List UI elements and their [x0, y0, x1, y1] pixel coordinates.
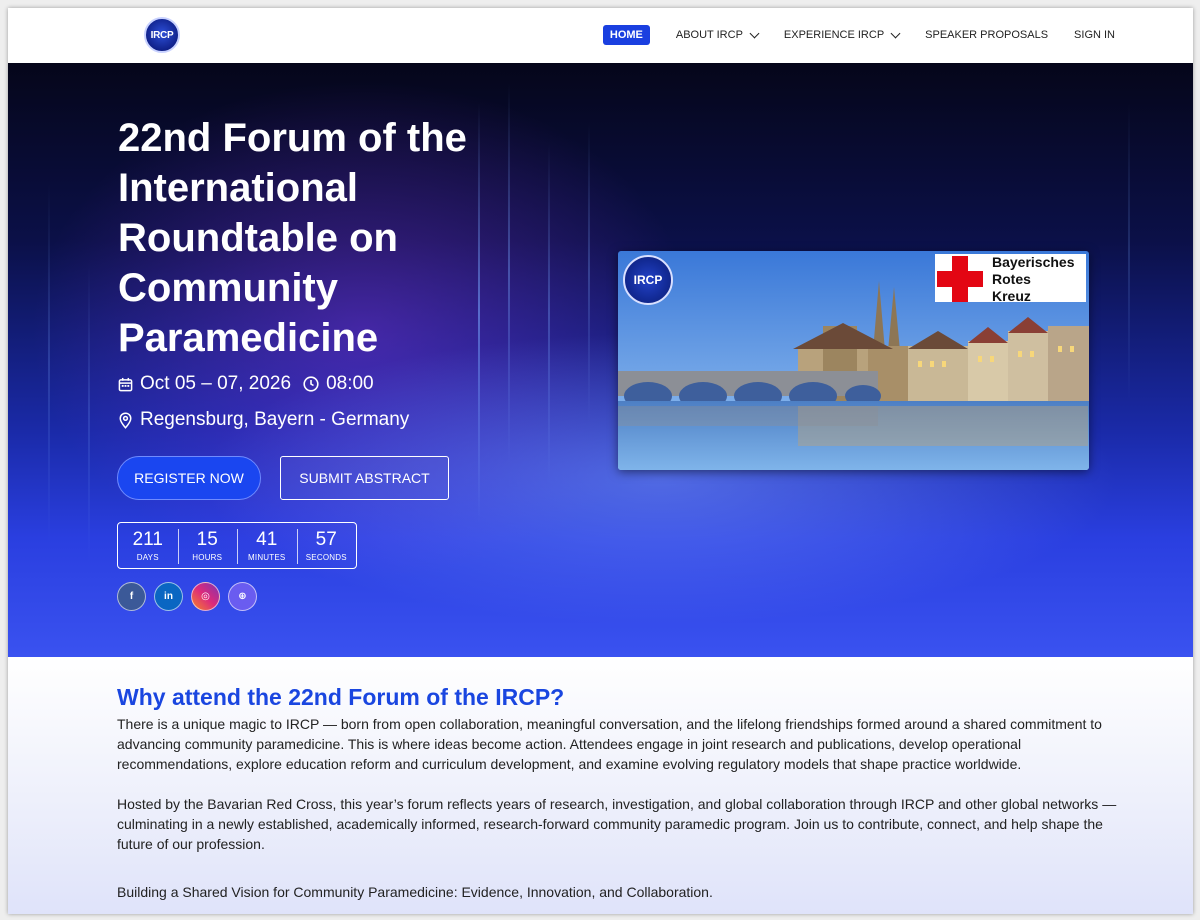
- event-time: 08:00: [326, 373, 374, 394]
- nav-signin-label: SIGN IN: [1074, 29, 1115, 41]
- event-location-text: Regensburg, Bayern - Germany: [140, 409, 410, 430]
- why-attend-section: Why attend the 22nd Forum of the IRCP? T…: [8, 657, 1193, 914]
- nav-home[interactable]: HOME: [602, 25, 650, 45]
- light-streak: [548, 143, 550, 483]
- chevron-down-icon: [749, 28, 760, 38]
- nav-experience-label: EXPERIENCE IRCP: [783, 29, 885, 41]
- light-streak: [88, 263, 90, 563]
- linkedin-icon[interactable]: in: [154, 582, 183, 611]
- clock-icon: [303, 376, 319, 392]
- countdown-seconds: 57 SECONDS: [296, 523, 357, 568]
- countdown-label: MINUTES: [248, 552, 286, 562]
- section-heading: Why attend the 22nd Forum of the IRCP?: [117, 684, 565, 710]
- register-label: REGISTER NOW: [134, 470, 244, 486]
- browser-page: IRCP HOME ABOUT IRCP EXPERIENCE IRCP SPE…: [8, 8, 1193, 914]
- light-streak: [48, 183, 50, 543]
- countdown-value: 41: [256, 528, 278, 550]
- website-glyph: ⊕: [238, 591, 247, 602]
- countdown-label: DAYS: [136, 552, 159, 562]
- event-location: Regensburg, Bayern - Germany: [118, 409, 409, 431]
- brk-line: Rotes: [992, 271, 1031, 287]
- instagram-glyph: ◎: [201, 591, 210, 602]
- facebook-icon[interactable]: f: [117, 582, 146, 611]
- nav-experience-ircp[interactable]: EXPERIENCE IRCP: [783, 28, 901, 41]
- instagram-icon[interactable]: ◎: [191, 582, 220, 611]
- countdown-days: 211 DAYS: [118, 523, 178, 568]
- event-date: Oct 05 – 07, 2026: [140, 373, 292, 394]
- nav-sign-in[interactable]: SIGN IN: [1074, 29, 1115, 41]
- brk-line: Kreuz: [992, 288, 1031, 304]
- linkedin-glyph: in: [164, 591, 173, 602]
- ircp-logo[interactable]: IRCP: [144, 17, 180, 53]
- host-paragraph: Hosted by the Bavarian Red Cross, this y…: [117, 796, 1117, 852]
- facebook-glyph: f: [129, 591, 134, 602]
- event-datetime: Oct 05 – 07, 2026 08:00: [118, 373, 374, 395]
- nav-about-label: ABOUT IRCP: [675, 29, 743, 41]
- countdown-value: 15: [196, 528, 218, 550]
- light-streak: [588, 123, 590, 423]
- hero-title: 22nd Forum of the International Roundtab…: [118, 116, 467, 360]
- tagline-text: Building a Shared Vision for Community P…: [117, 884, 713, 900]
- chevron-down-icon: [890, 28, 901, 38]
- main-menu: HOME ABOUT IRCP EXPERIENCE IRCP SPEAKER …: [602, 25, 1115, 45]
- ircp-image-logo: IRCP: [623, 255, 673, 305]
- nav-about-ircp[interactable]: ABOUT IRCP: [675, 28, 760, 41]
- countdown-minutes: 41 MINUTES: [237, 523, 297, 568]
- nav-home-label: HOME: [609, 29, 643, 41]
- countdown-label: HOURS: [192, 552, 223, 562]
- logo-text: IRCP: [150, 29, 174, 41]
- countdown-value: 57: [315, 528, 337, 550]
- regensburg-event-image: IRCP Bayerisches Rotes Kreuz: [618, 251, 1089, 470]
- calendar-icon: [118, 377, 133, 391]
- light-streak: [1128, 103, 1130, 403]
- countdown-value: 211: [132, 528, 163, 550]
- hero-section: 22nd Forum of the International Roundtab…: [8, 63, 1193, 657]
- countdown-hours: 15 HOURS: [177, 523, 238, 568]
- submit-abstract-button[interactable]: SUBMIT ABSTRACT: [280, 456, 449, 500]
- countdown-timer: 211 DAYS 15 HOURS 41 MINUTES 57 SECONDS: [117, 522, 357, 569]
- image-logo-text: IRCP: [633, 273, 663, 287]
- submit-label: SUBMIT ABSTRACT: [299, 470, 430, 486]
- website-icon[interactable]: ⊕: [228, 582, 257, 611]
- register-now-button[interactable]: REGISTER NOW: [117, 456, 261, 500]
- location-pin-icon: [119, 411, 132, 429]
- bavarian-red-cross-logo: Bayerisches Rotes Kreuz: [935, 254, 1086, 305]
- nav-speaker-label: SPEAKER PROPOSALS: [925, 29, 1049, 41]
- red-cross-icon: [937, 256, 983, 302]
- brk-text: Bayerisches Rotes Kreuz: [992, 254, 1075, 305]
- countdown-label: SECONDS: [305, 552, 347, 562]
- nav-speaker-proposals[interactable]: SPEAKER PROPOSALS: [925, 29, 1048, 41]
- intro-paragraph: There is a unique magic to IRCP — born f…: [117, 716, 1102, 772]
- top-navbar: IRCP HOME ABOUT IRCP EXPERIENCE IRCP SPE…: [8, 8, 1193, 63]
- brk-line: Bayerisches: [992, 254, 1075, 270]
